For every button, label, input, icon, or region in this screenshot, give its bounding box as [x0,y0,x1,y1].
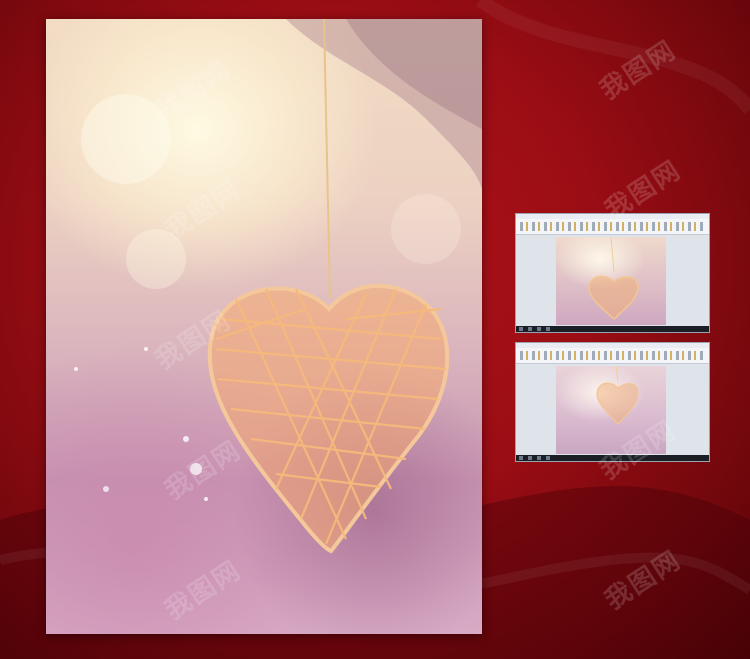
toolbar-ribbon [516,343,709,364]
document-page [556,237,666,325]
preview-thumbnail-1[interactable] [515,213,710,333]
poster-image [46,19,482,634]
taskbar [516,326,709,332]
heart-ornament [207,283,450,554]
